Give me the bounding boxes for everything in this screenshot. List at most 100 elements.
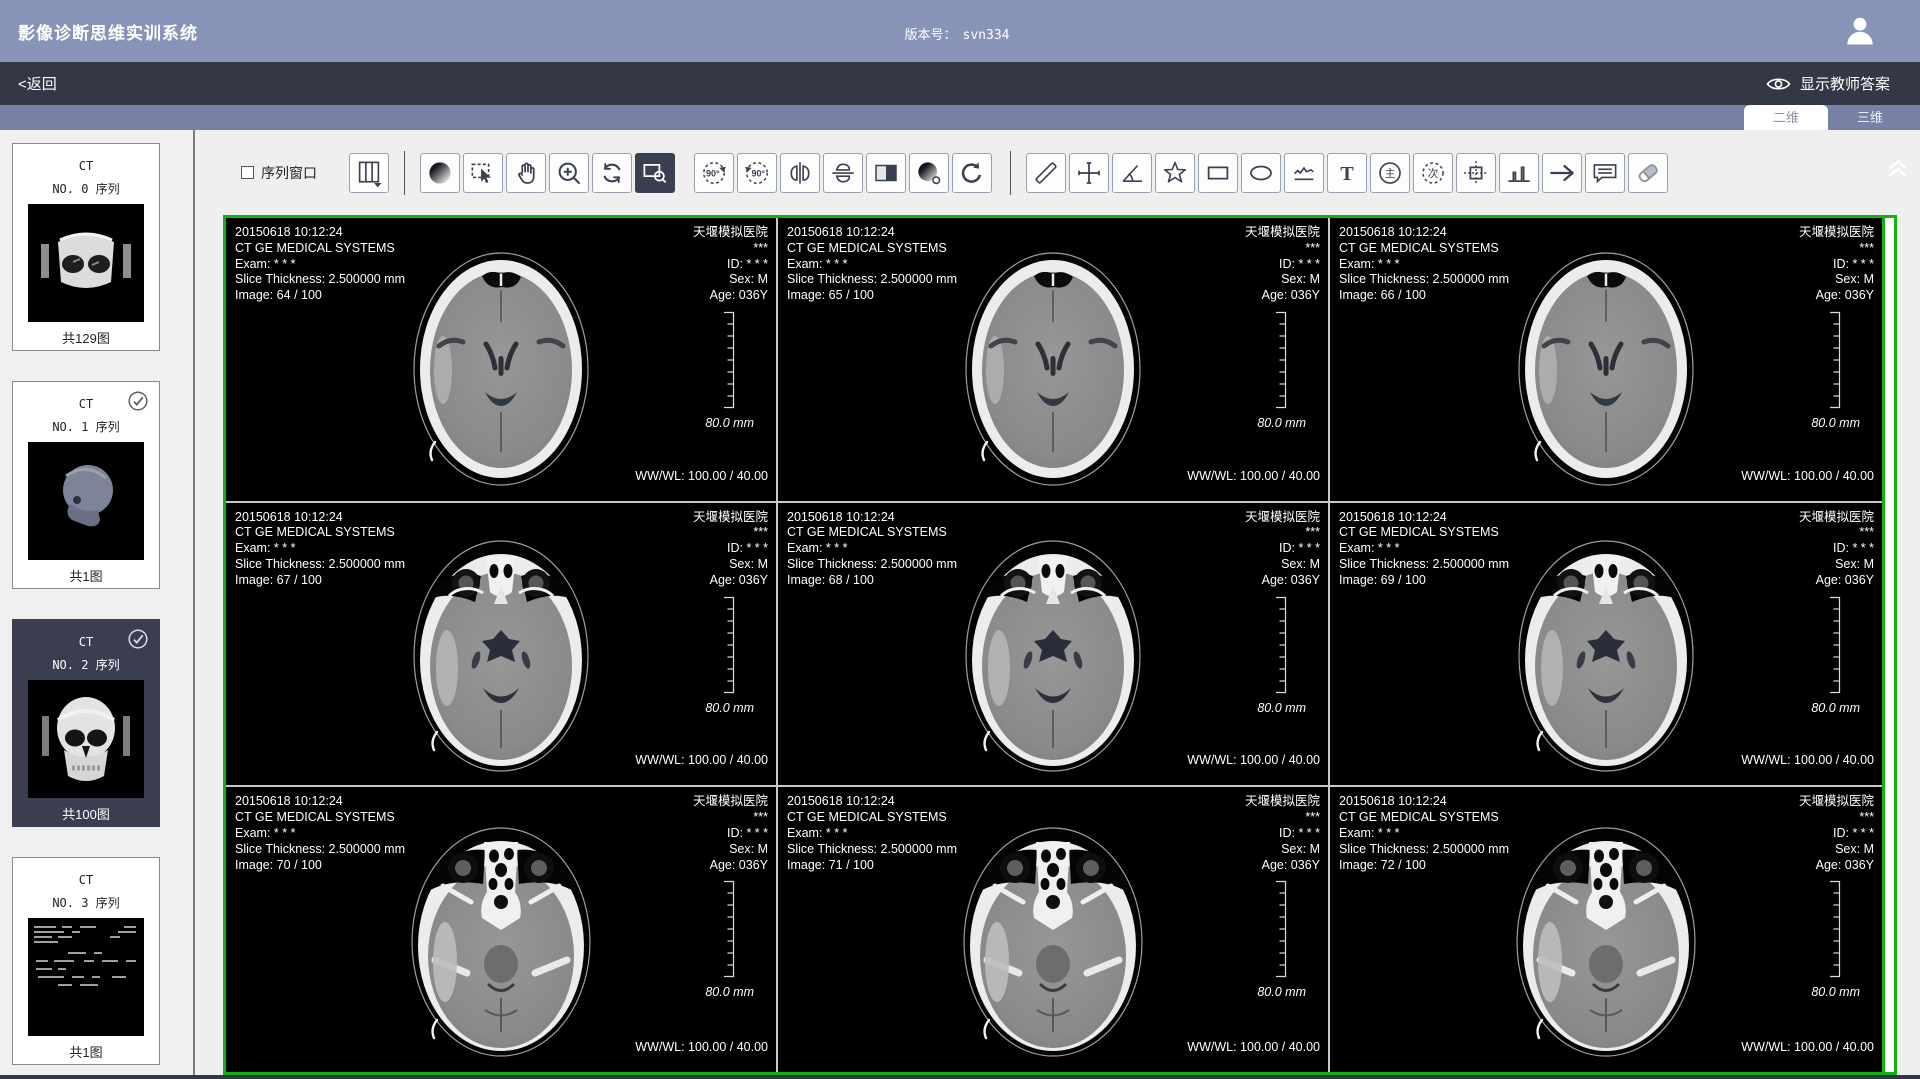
patient-id: ID: * * * [1245, 257, 1320, 273]
tool-secondary-mark[interactable]: 次 [1413, 153, 1453, 193]
tool-rotate-90-ccw[interactable]: 90° [694, 153, 734, 193]
window-level-label: WW/WL: 100.00 / 40.00 [1187, 753, 1320, 767]
tool-measure-cross[interactable] [1069, 153, 1109, 193]
exam-label: Exam: * * * [1339, 257, 1509, 273]
series-name: NO. 3 序列 [13, 894, 159, 911]
exam-label: Exam: * * * [235, 541, 405, 557]
series-card-2[interactable]: CT NO. 2 序列 共100图 [12, 619, 160, 827]
tab-3d[interactable]: 三维 [1828, 105, 1912, 130]
series-thumbnail [28, 442, 144, 560]
study-datetime: 20150618 10:12:24 [1339, 794, 1509, 810]
masked-name: *** [693, 810, 768, 826]
tool-rotate[interactable] [592, 153, 632, 193]
viewer-scrollbar[interactable] [1882, 218, 1894, 1072]
ct-image-cell-7[interactable]: 20150618 10:12:24 CT GE MEDICAL SYSTEMS … [778, 787, 1330, 1072]
ct-brain-image [1494, 812, 1719, 1064]
image-number: Image: 71 / 100 [787, 858, 957, 874]
study-datetime: 20150618 10:12:24 [787, 794, 957, 810]
series-name: NO. 1 序列 [13, 418, 159, 435]
show-answer-label: 显示教师答案 [1800, 73, 1890, 94]
tool-zoom-region[interactable] [635, 153, 675, 193]
tool-measure-ellipse[interactable] [1241, 153, 1281, 193]
app-header: 影像诊断思维实训系统 版本号：svn334 [0, 0, 1920, 62]
tool-pan[interactable] [506, 153, 546, 193]
ct-brain-image [389, 242, 614, 494]
tool-rotate-90-cw[interactable]: 90° [737, 153, 777, 193]
scale-label: 80.0 mm [1811, 701, 1860, 715]
ct-image-cell-8[interactable]: 20150618 10:12:24 CT GE MEDICAL SYSTEMS … [1330, 787, 1882, 1072]
ct-image-cell-6[interactable]: 20150618 10:12:24 CT GE MEDICAL SYSTEMS … [226, 787, 778, 1072]
main-panel: 序列窗口 90°90° T主次 20150618 10:12:24 CT GE M… [195, 130, 1920, 1075]
tool-comment-bubble[interactable] [1585, 153, 1625, 193]
ct-image-cell-1[interactable]: 20150618 10:12:24 CT GE MEDICAL SYSTEMS … [778, 218, 1330, 503]
show-teacher-answer-button[interactable]: 显示教师答案 [1766, 73, 1890, 94]
cell-overlay-topright: 天堰模拟医院 *** ID: * * * Sex: M Age: 036Y [693, 510, 768, 589]
cell-overlay-topright: 天堰模拟医院 *** ID: * * * Sex: M Age: 036Y [1245, 794, 1320, 873]
tool-roi-rect[interactable] [1456, 153, 1496, 193]
tool-flip-horizontal[interactable] [780, 153, 820, 193]
tool-pseudo-color[interactable] [909, 153, 949, 193]
slice-thickness: Slice Thickness: 2.500000 mm [1339, 557, 1509, 573]
patient-sex: Sex: M [1245, 272, 1320, 288]
series-window-checkbox[interactable] [241, 166, 254, 179]
scale-label: 80.0 mm [1257, 416, 1306, 430]
tool-select[interactable] [463, 153, 503, 193]
tool-eraser[interactable] [1628, 153, 1668, 193]
user-icon[interactable] [1842, 13, 1878, 49]
tool-primary-mark[interactable]: 主 [1370, 153, 1410, 193]
ct-image-cell-0[interactable]: 20150618 10:12:24 CT GE MEDICAL SYSTEMS … [226, 218, 778, 503]
image-number: Image: 68 / 100 [787, 573, 957, 589]
tool-arrow-annotation[interactable] [1542, 153, 1582, 193]
cell-overlay-topright: 天堰模拟医院 *** ID: * * * Sex: M Age: 036Y [1245, 225, 1320, 304]
series-card-0[interactable]: CT NO. 0 序列 共129图 [12, 143, 160, 351]
ct-image-cell-2[interactable]: 20150618 10:12:24 CT GE MEDICAL SYSTEMS … [1330, 218, 1882, 503]
ct-image-cell-4[interactable]: 20150618 10:12:24 CT GE MEDICAL SYSTEMS … [778, 503, 1330, 788]
hospital-name: 天堰模拟医院 [1245, 225, 1320, 241]
tool-invert[interactable] [866, 153, 906, 193]
back-button[interactable]: <返回 [18, 73, 57, 94]
image-number: Image: 64 / 100 [235, 288, 405, 304]
tool-profile-histogram[interactable] [1499, 153, 1539, 193]
tool-flip-vertical[interactable] [823, 153, 863, 193]
ct-brain-image [1494, 242, 1719, 494]
slice-thickness: Slice Thickness: 2.500000 mm [787, 272, 957, 288]
patient-age: Age: 036Y [693, 288, 768, 304]
ct-brain-image [389, 812, 614, 1064]
scale-ruler-icon [1272, 596, 1288, 694]
window-level-label: WW/WL: 100.00 / 40.00 [635, 753, 768, 767]
series-window-toggle[interactable]: 序列窗口 [241, 163, 317, 183]
modality-manufacturer: CT GE MEDICAL SYSTEMS [235, 241, 405, 257]
patient-id: ID: * * * [1799, 826, 1874, 842]
collapse-toolbar-chevrons-icon[interactable] [1884, 156, 1912, 180]
scale-label: 80.0 mm [1257, 701, 1306, 715]
tool-layout-columns[interactable] [349, 153, 389, 193]
tool-zoom-in[interactable] [549, 153, 589, 193]
cell-overlay-topleft: 20150618 10:12:24 CT GE MEDICAL SYSTEMS … [787, 225, 957, 304]
cell-overlay-topleft: 20150618 10:12:24 CT GE MEDICAL SYSTEMS … [787, 794, 957, 873]
series-card-1[interactable]: CT NO. 1 序列 共1图 [12, 381, 160, 589]
tool-measure-rect[interactable] [1198, 153, 1238, 193]
tool-measure-angle[interactable] [1112, 153, 1152, 193]
ct-brain-image [941, 242, 1166, 494]
slice-thickness: Slice Thickness: 2.500000 mm [235, 557, 405, 573]
tool-text-annotation[interactable]: T [1327, 153, 1367, 193]
tool-measure-star[interactable] [1155, 153, 1195, 193]
patient-sex: Sex: M [693, 557, 768, 573]
tool-measure-line[interactable] [1026, 153, 1066, 193]
tool-reset[interactable] [952, 153, 992, 193]
tool-measure-curve[interactable] [1284, 153, 1324, 193]
ct-image-cell-3[interactable]: 20150618 10:12:24 CT GE MEDICAL SYSTEMS … [226, 503, 778, 788]
study-datetime: 20150618 10:12:24 [235, 225, 405, 241]
patient-sex: Sex: M [1245, 557, 1320, 573]
ct-image-cell-5[interactable]: 20150618 10:12:24 CT GE MEDICAL SYSTEMS … [1330, 503, 1882, 788]
bottom-strip [0, 1075, 1920, 1079]
ct-brain-image [941, 812, 1166, 1064]
tool-window-sphere[interactable] [420, 153, 460, 193]
cell-overlay-topright: 天堰模拟医院 *** ID: * * * Sex: M Age: 036Y [693, 225, 768, 304]
tab-2d[interactable]: 二维 [1744, 105, 1828, 130]
series-card-3[interactable]: CT NO. 3 序列 共1图 [12, 857, 160, 1065]
window-level-label: WW/WL: 100.00 / 40.00 [1187, 469, 1320, 483]
version-label: 版本号： [905, 28, 957, 43]
patient-sex: Sex: M [1245, 842, 1320, 858]
window-level-label: WW/WL: 100.00 / 40.00 [635, 469, 768, 483]
